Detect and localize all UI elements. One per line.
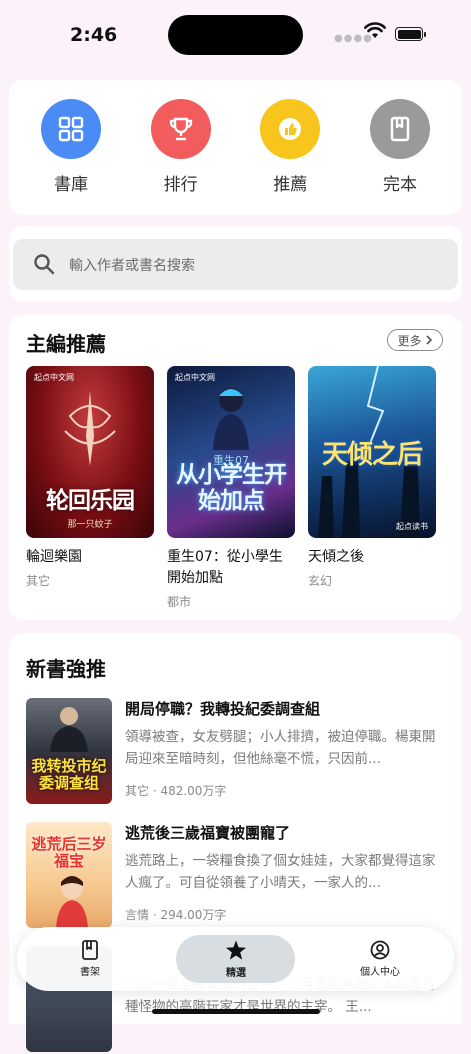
more-button[interactable]: 更多 <box>387 329 443 351</box>
status-bar: 2:46 ●●●● <box>0 0 471 72</box>
book-title: 開局停職？我轉投紀委調查組 <box>125 700 321 718</box>
book-cover: 天倾之后 起点读书 <box>308 366 436 538</box>
quick-nav-completed[interactable]: 完本 <box>369 80 430 215</box>
quick-nav-label: 排行 <box>163 175 198 195</box>
tab-bookshelf[interactable]: 書架 <box>30 927 150 991</box>
tab-featured[interactable]: 精選 <box>176 927 296 991</box>
search-icon <box>34 254 55 275</box>
quick-nav-label: 推薦 <box>273 175 308 195</box>
book-card[interactable]: 起点中文网 轮回乐园 那一只蚊子 輪迴樂園 其它 <box>26 366 154 589</box>
more-label: 更多 <box>397 333 422 348</box>
book-cover: 起点中文网 轮回乐园 那一只蚊子 <box>26 366 154 538</box>
tab-label: 書架 <box>80 967 100 978</box>
tab-label: 個人中心 <box>360 967 400 978</box>
cover-figure <box>50 707 88 752</box>
section-title: 新書強推 <box>26 657 106 681</box>
cover-title: 天倾之后 <box>321 440 423 470</box>
quick-nav-ranking[interactable]: 排行 <box>150 80 211 215</box>
wifi-icon <box>364 22 386 38</box>
book-title: 天傾之後 <box>308 549 364 565</box>
search-card: 輸入作者或書名搜索 <box>9 226 462 302</box>
book-icon <box>369 99 430 159</box>
cover-author: 那一只蚊子 <box>67 520 113 530</box>
search-placeholder: 輸入作者或書名搜索 <box>69 258 195 274</box>
dynamic-island <box>168 15 303 55</box>
book-genre: 其它 <box>26 574 51 588</box>
bookshelf-icon <box>82 940 98 960</box>
section-title: 主編推薦 <box>26 332 106 356</box>
cover-figure <box>56 876 88 928</box>
book-genre: 玄幻 <box>308 574 333 588</box>
cover-title: 轮回乐园 <box>46 488 135 514</box>
list-item[interactable]: 我转投市纪委调查组 開局停職？我轉投紀委調查組 領導被查，女友劈腿；小人排擠，被… <box>26 698 451 806</box>
book-description: 逃荒路上，一袋糧食換了個女娃娃，大家都覺得這家人瘋了。可自從領養了小晴天，一家人… <box>125 853 436 891</box>
book-cover: 逃荒后三岁福宝 <box>26 822 112 928</box>
quick-nav-label: 完本 <box>382 175 417 195</box>
quick-nav-recommend[interactable]: 推薦 <box>260 80 321 215</box>
status-time: 2:46 <box>70 24 118 46</box>
tab-profile[interactable]: 個人中心 <box>320 927 440 991</box>
search-input[interactable]: 輸入作者或書名搜索 <box>13 239 458 290</box>
user-circle-icon <box>370 940 390 960</box>
battery-icon <box>395 27 426 41</box>
book-cover: 我转投市纪委调查组 <box>26 698 112 804</box>
home-indicator <box>152 1009 320 1014</box>
book-card[interactable]: 天倾之后 起点读书 天傾之後 玄幻 <box>308 366 436 589</box>
quick-nav: 書庫 排行 推薦 完本 <box>9 80 462 215</box>
book-title: 輪迴樂園 <box>26 549 82 565</box>
book-genre: 都市 <box>167 595 192 609</box>
star-icon <box>226 940 246 960</box>
trophy-icon <box>150 99 211 159</box>
book-title: 重生07：從小學生開始加點 <box>167 549 283 586</box>
book-cover: 起点中文网 重生07 从小学生开始加点 <box>167 366 295 538</box>
book-card[interactable]: 起点中文网 重生07 从小学生开始加点 重生07：從小學生開始加點 都市 <box>167 366 295 610</box>
chevron-right-icon <box>425 335 432 345</box>
tab-bar: 書架 精選 個人中心 <box>17 927 454 991</box>
book-meta: 其它 · 482.00万字 <box>125 784 227 798</box>
book-description: 領導被查，女友劈腿；小人排擠，被迫停職。楊東開局迎來至暗時刻，但他絲毫不慌，只因… <box>125 729 436 767</box>
cover-emblem <box>64 391 116 466</box>
book-meta: 言情 · 294.00万字 <box>125 908 227 922</box>
tab-label: 精選 <box>226 967 246 979</box>
book-title: 逃荒後三歲福寶被團寵了 <box>125 824 291 842</box>
quick-nav-label: 書庫 <box>54 175 88 195</box>
quick-nav-library[interactable]: 書庫 <box>41 80 101 215</box>
cover-figure <box>213 388 249 450</box>
cover-title: 逃荒后三岁福宝 <box>31 835 107 870</box>
library-grid-icon <box>41 99 101 159</box>
cover-publisher: 起点读书 <box>396 522 428 531</box>
list-item[interactable]: 逃荒后三岁福宝 逃荒後三歲福寶被團寵了 逃荒路上，一袋糧食換了個女娃娃，大家都覺… <box>26 822 451 930</box>
cover-title: 我转投市纪委调查组 <box>31 757 107 792</box>
cover-title: 从小学生开始加点 <box>176 462 287 514</box>
thumbs-up-icon <box>260 99 321 159</box>
cover-publisher: 起点中文网 <box>34 373 74 382</box>
editor-picks-section: 主編推薦 更多 起点中文网 轮回乐园 那一只蚊子 輪迴樂園 其它 起点中文网 重… <box>9 315 462 620</box>
